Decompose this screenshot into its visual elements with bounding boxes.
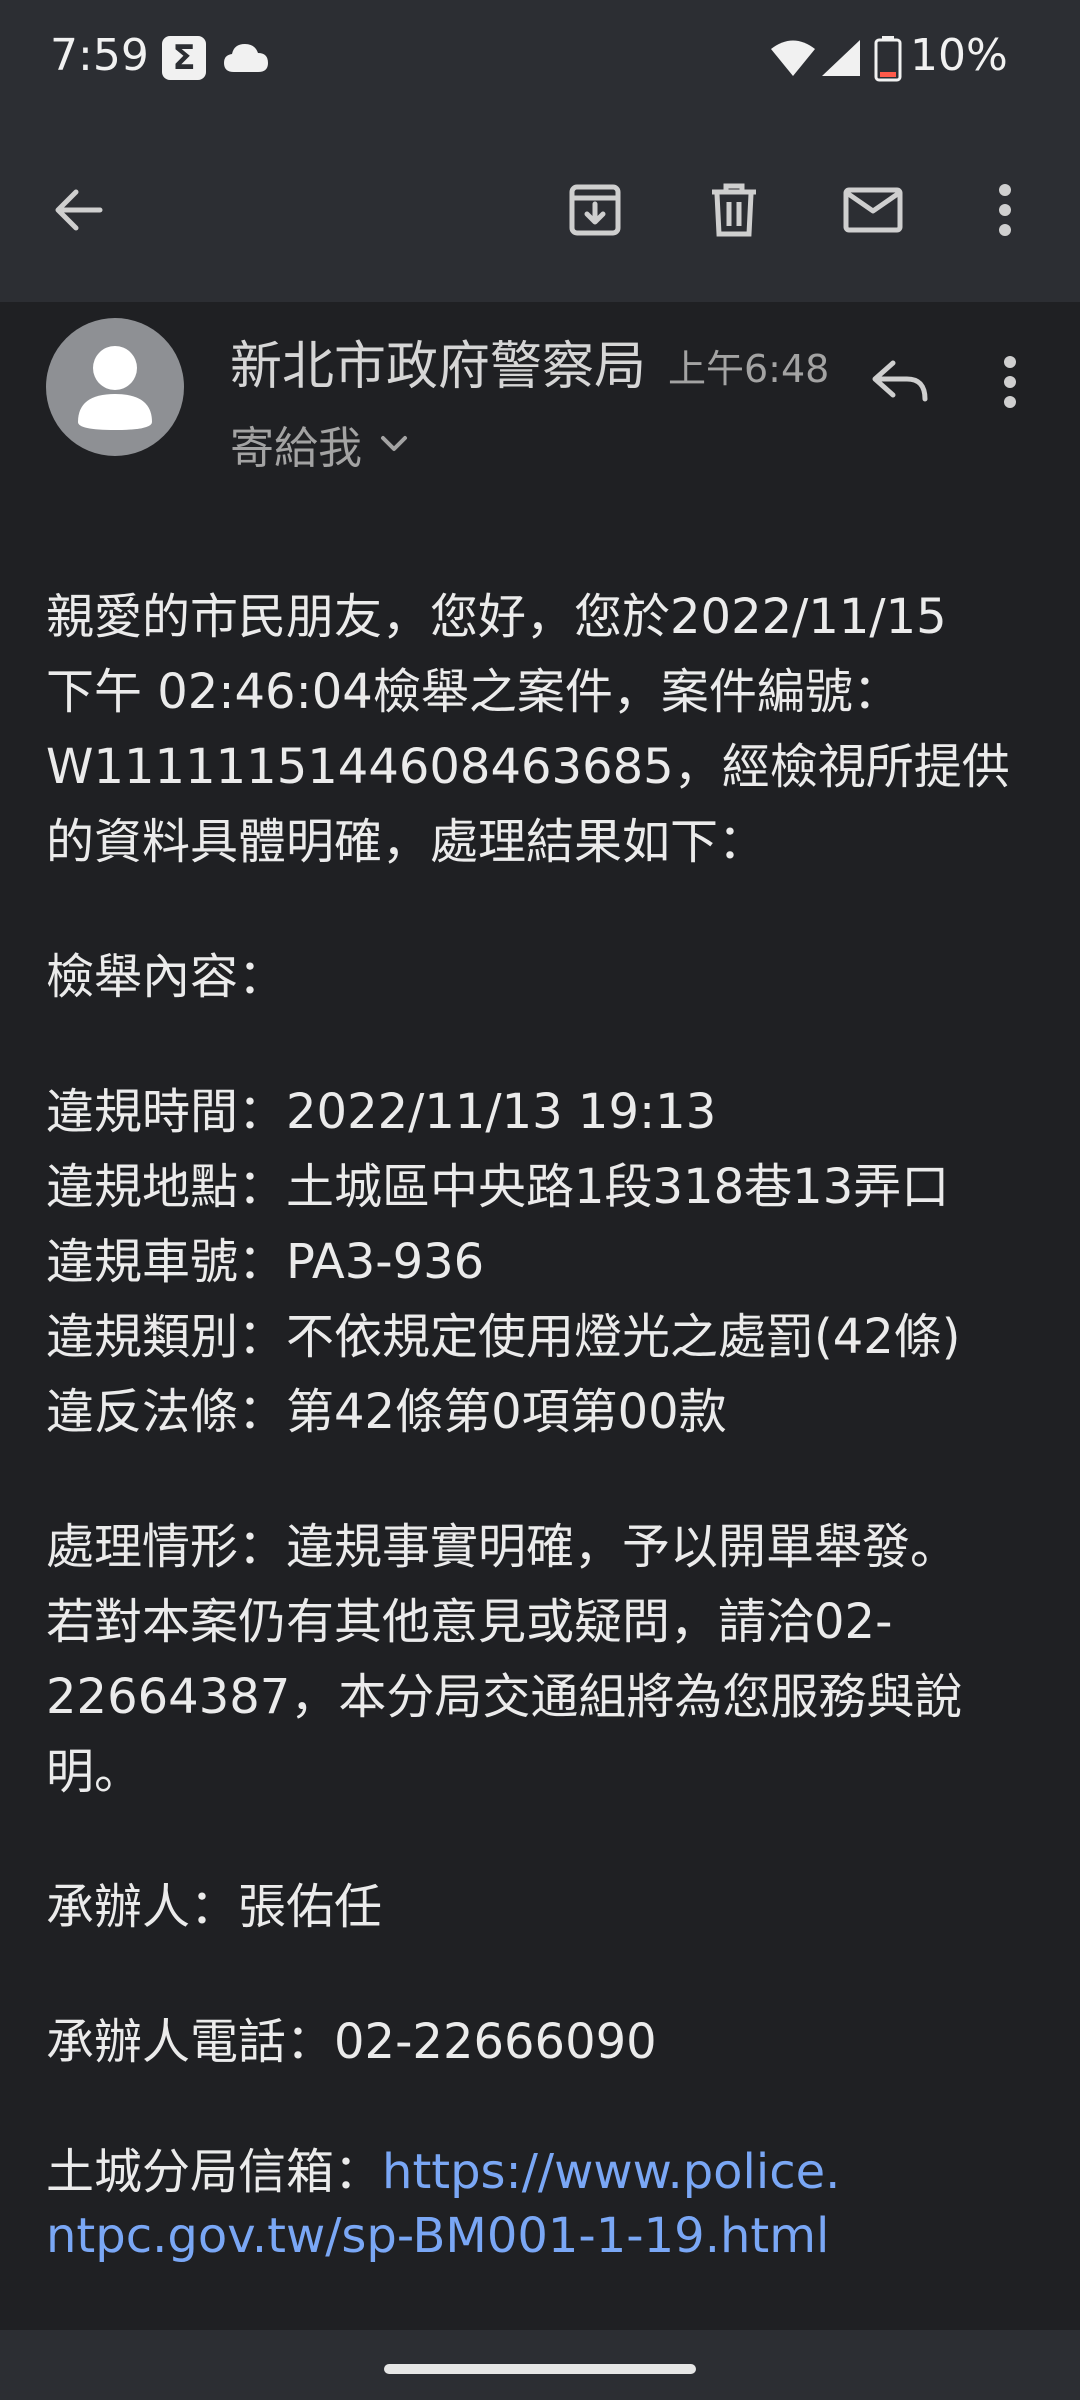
body-line: 若對本案仍有其他意見或疑問，請洽02-	[46, 1594, 893, 1650]
body-line: 22664387，本分局交通組將為您服務與說	[46, 1669, 963, 1725]
mailbox-link-continued[interactable]: ntpc.gov.tw/sp-BM001-1-19.html	[46, 2204, 1036, 2268]
cloud-icon	[222, 40, 270, 80]
home-indicator[interactable]	[384, 2364, 696, 2374]
detail-category: 違規類別：不依規定使用燈光之處罰(42條)	[46, 1309, 961, 1365]
back-button[interactable]	[28, 150, 128, 270]
chevron-down-icon	[381, 436, 407, 451]
toolbar	[0, 150, 1080, 270]
body-line: 處理情形：違規事實明確，予以開單舉發。	[46, 1519, 959, 1575]
sigma-app-icon: Σ	[162, 36, 206, 80]
battery-icon	[874, 36, 902, 86]
status-bar: 7:59 Σ 10%	[0, 0, 1080, 120]
body-line: W1111115144608463685，經檢視所提供	[46, 739, 1010, 795]
navigation-bar	[0, 2330, 1080, 2400]
person-icon	[78, 346, 152, 430]
wifi-icon	[770, 38, 816, 82]
reply-icon	[872, 360, 928, 402]
mailbox-label: 土城分局信箱：	[46, 2144, 383, 2200]
handler: 承辦人：張佑任	[46, 1879, 383, 1935]
sender-avatar[interactable]	[46, 318, 184, 456]
body-line: 的資料具體明確，處理結果如下：	[46, 814, 767, 870]
detail-location: 違規地點：土城區中央路1段318巷13弄口	[46, 1159, 950, 1215]
battery-percent: 10%	[910, 30, 1008, 81]
body-line: 明。	[46, 1744, 143, 1800]
reply-button[interactable]	[860, 342, 940, 422]
message-more-button[interactable]	[980, 342, 1040, 422]
detail-law: 違反法條：第42條第0項第00款	[46, 1384, 727, 1440]
detail-plate: 違規車號：PA3-936	[46, 1234, 485, 1290]
body-line: 下午 02:46:04檢舉之案件，案件編號：	[46, 664, 901, 720]
more-vert-icon	[1004, 356, 1016, 408]
handler-phone[interactable]: 承辦人電話：02-22666090	[46, 2005, 1036, 2080]
recipient-toggle[interactable]: 寄給我	[230, 412, 408, 476]
mailbox-link[interactable]: https://www.police.	[382, 2144, 840, 2200]
mailbox-line: 土城分局信箱：https://www.police.	[46, 2140, 1036, 2204]
status-time: 7:59	[50, 30, 149, 81]
sender-name[interactable]: 新北市政府警察局	[230, 324, 646, 399]
more-vert-icon	[999, 184, 1011, 236]
body-line: 親愛的市民朋友，您好，您於2022/11/15	[46, 589, 947, 645]
archive-icon	[569, 184, 621, 236]
message-body: 親愛的市民朋友，您好，您於2022/11/15 下午 02:46:04檢舉之案件…	[46, 580, 1036, 2268]
cell-signal-icon	[820, 38, 862, 82]
arrow-left-icon	[55, 189, 103, 231]
archive-button[interactable]	[545, 150, 645, 270]
more-options-button[interactable]	[955, 150, 1055, 270]
message-header: 新北市政府警察局 上午6:48 寄給我	[0, 302, 1080, 482]
delete-button[interactable]	[684, 150, 784, 270]
recipient-label: 寄給我	[230, 423, 362, 474]
message-time: 上午6:48	[668, 347, 830, 391]
mark-unread-button[interactable]	[823, 150, 923, 270]
section-title: 檢舉內容：	[46, 949, 287, 1005]
detail-time: 違規時間：2022/11/13 19:13	[46, 1084, 717, 1140]
mail-icon	[843, 187, 903, 233]
trash-icon	[712, 183, 756, 237]
